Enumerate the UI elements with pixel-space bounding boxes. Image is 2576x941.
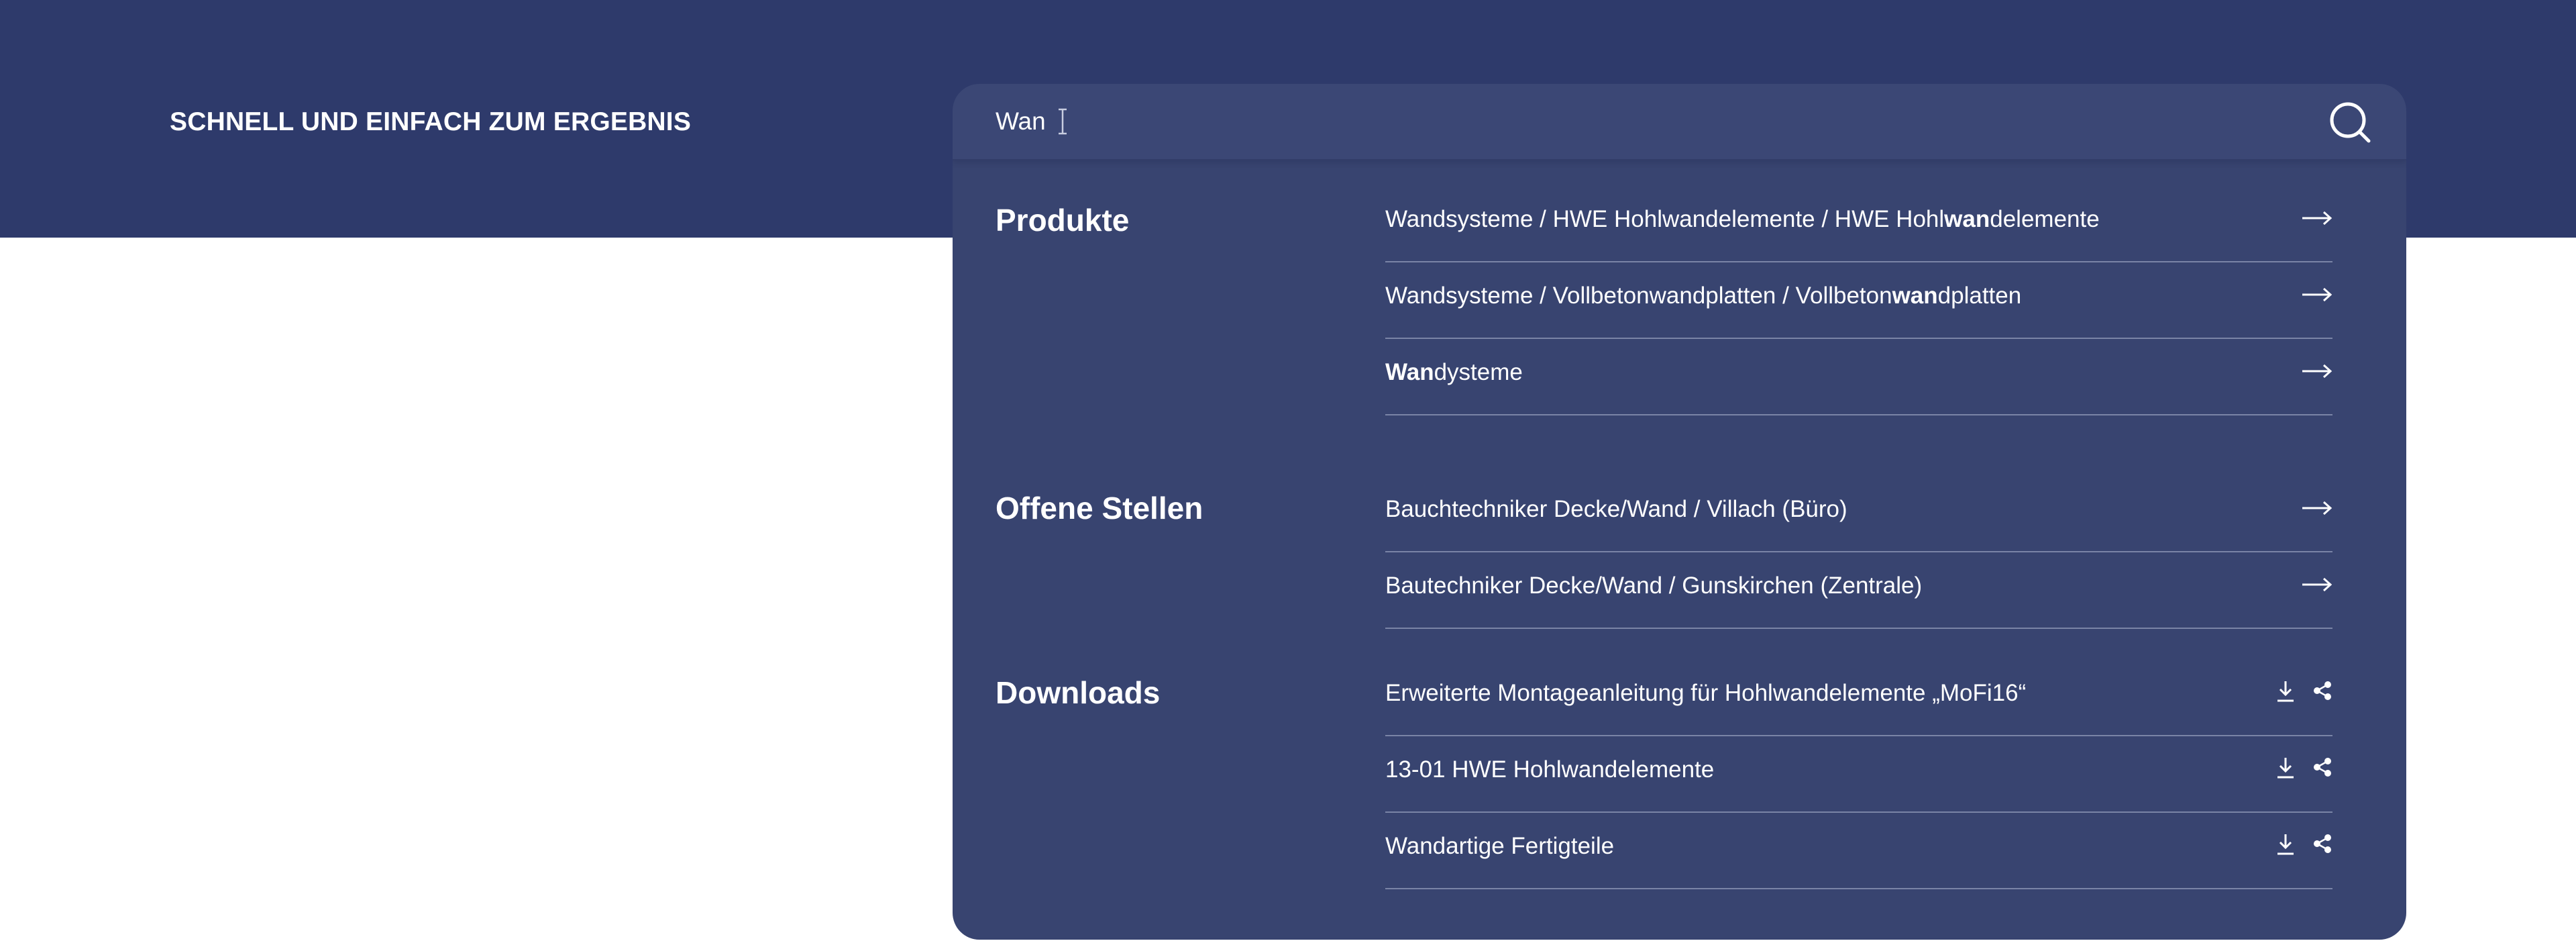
download-item[interactable]: 13-01 HWE Hohlwandelemente — [1385, 736, 2332, 813]
result-label: Erweiterte Montageanleitung für Hohlwand… — [1385, 680, 2027, 706]
result-label: Wandysteme — [1385, 359, 1523, 385]
result-label: Wandsysteme / HWE Hohlwandelemente / HWE… — [1385, 206, 2100, 232]
result-item[interactable]: Wandysteme — [1385, 339, 2332, 415]
arrow-right-icon — [2302, 577, 2332, 592]
share-icon[interactable] — [2312, 833, 2332, 854]
result-item[interactable]: Wandsysteme / Vollbetonwandplatten / Vol… — [1385, 262, 2332, 339]
result-item[interactable]: Wandsysteme / HWE Hohlwandelemente / HWE… — [1385, 186, 2332, 262]
arrow-right-icon — [2302, 501, 2332, 515]
share-icon[interactable] — [2312, 756, 2332, 778]
share-icon[interactable] — [2312, 680, 2332, 701]
download-item[interactable]: Erweiterte Montageanleitung für Hohlwand… — [1385, 660, 2332, 736]
text-cursor-icon — [1059, 108, 1067, 135]
section-title-produkte: Produkte — [996, 203, 1130, 238]
search-icon[interactable] — [2328, 100, 2372, 144]
search-bar — [953, 84, 2406, 160]
download-item[interactable]: Wandartige Fertigteile — [1385, 813, 2332, 889]
arrow-right-icon — [2302, 287, 2332, 302]
result-item[interactable]: Bauchtechniker Decke/Wand / Villach (Bür… — [1385, 476, 2332, 552]
result-label: Wandsysteme / Vollbetonwandplatten / Vol… — [1385, 283, 2022, 309]
result-label: Bautechniker Decke/Wand / Gunskirchen (Z… — [1385, 573, 1923, 599]
download-icon[interactable] — [2276, 833, 2295, 856]
search-panel: Produkte Wandsysteme / HWE Hohlwandeleme… — [953, 84, 2406, 940]
section-title-downloads: Downloads — [996, 675, 1161, 710]
download-icon[interactable] — [2276, 680, 2295, 703]
hero-title: SCHNELL UND EINFACH ZUM ERGEBNIS — [170, 107, 692, 136]
result-item[interactable]: Bautechniker Decke/Wand / Gunskirchen (Z… — [1385, 552, 2332, 629]
result-label: Bauchtechniker Decke/Wand / Villach (Bür… — [1385, 496, 1847, 522]
section-title-offene-stellen: Offene Stellen — [996, 491, 1203, 526]
search-input[interactable] — [996, 101, 2270, 142]
result-label: 13-01 HWE Hohlwandelemente — [1385, 756, 1715, 783]
arrow-right-icon — [2302, 364, 2332, 379]
result-label: Wandartige Fertigteile — [1385, 833, 1615, 859]
arrow-right-icon — [2302, 211, 2332, 226]
download-icon[interactable] — [2276, 756, 2295, 779]
